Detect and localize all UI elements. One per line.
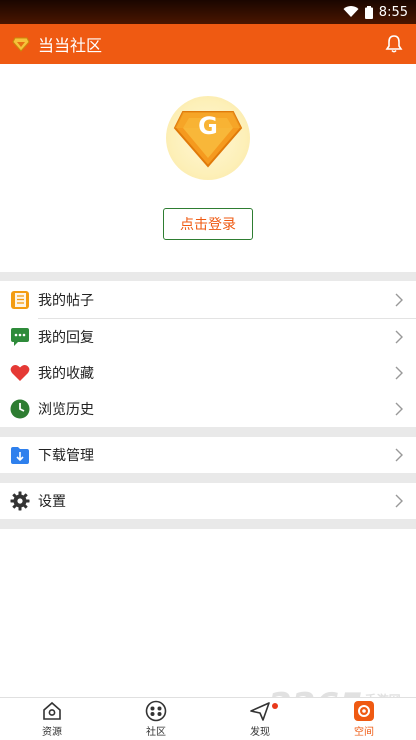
chevron-right-icon	[395, 366, 403, 380]
clock-icon	[10, 399, 30, 419]
heart-icon	[10, 363, 30, 383]
battery-icon	[364, 5, 373, 19]
menu-item-my-favorites[interactable]: 我的收藏	[0, 355, 416, 391]
community-icon	[145, 700, 167, 722]
bottom-tab-bar: 资源 社区 发现 空间	[0, 697, 416, 740]
space-icon	[354, 701, 374, 721]
profile-section: G 点击登录	[0, 64, 416, 272]
reply-icon	[10, 327, 30, 347]
login-button[interactable]: 点击登录	[163, 208, 253, 240]
menu-item-download-manager[interactable]: 下载管理	[0, 437, 416, 473]
tab-label: 空间	[354, 727, 374, 738]
chevron-right-icon	[395, 402, 403, 416]
menu-item-label: 浏览历史	[38, 402, 94, 418]
posts-icon	[10, 290, 30, 310]
menu-item-browse-history[interactable]: 浏览历史	[0, 391, 416, 427]
badge-letter: G	[198, 112, 218, 140]
wifi-icon	[343, 6, 359, 18]
bell-icon[interactable]	[384, 34, 404, 54]
chevron-right-icon	[395, 330, 403, 344]
menu-item-label: 我的帖子	[38, 293, 94, 309]
tab-space[interactable]: 空间	[312, 698, 416, 740]
chevron-right-icon	[395, 494, 403, 508]
notification-dot	[272, 703, 278, 709]
section-separator	[0, 473, 416, 483]
menu-item-label: 下载管理	[38, 448, 94, 464]
section-separator	[0, 272, 416, 281]
download-icon	[10, 445, 30, 465]
chevron-right-icon	[395, 293, 403, 307]
menu-item-label: 设置	[38, 494, 66, 510]
menu-item-settings[interactable]: 设置	[0, 483, 416, 519]
tab-discover[interactable]: 发现	[208, 698, 312, 740]
section-separator	[0, 427, 416, 437]
avatar[interactable]: G	[166, 96, 250, 180]
home-icon	[43, 701, 61, 720]
tab-label: 发现	[250, 727, 270, 738]
tab-label: 社区	[146, 727, 166, 738]
section-separator	[0, 519, 416, 529]
chevron-right-icon	[395, 448, 403, 462]
status-bar: 8:55	[0, 0, 416, 24]
app-logo-icon	[12, 37, 30, 52]
discover-icon	[250, 702, 270, 721]
menu-item-my-replies[interactable]: 我的回复	[0, 319, 416, 355]
tab-resources[interactable]: 资源	[0, 698, 104, 740]
tab-community[interactable]: 社区	[104, 698, 208, 740]
tab-label: 资源	[42, 727, 62, 738]
status-time: 8:55	[378, 4, 408, 20]
app-title: 当当社区	[38, 36, 103, 55]
menu-item-label: 我的收藏	[38, 366, 94, 382]
menu-item-my-posts[interactable]: 我的帖子	[0, 282, 416, 318]
gear-icon	[10, 491, 30, 511]
menu-item-label: 我的回复	[38, 330, 94, 346]
app-bar: 当当社区	[0, 24, 416, 64]
